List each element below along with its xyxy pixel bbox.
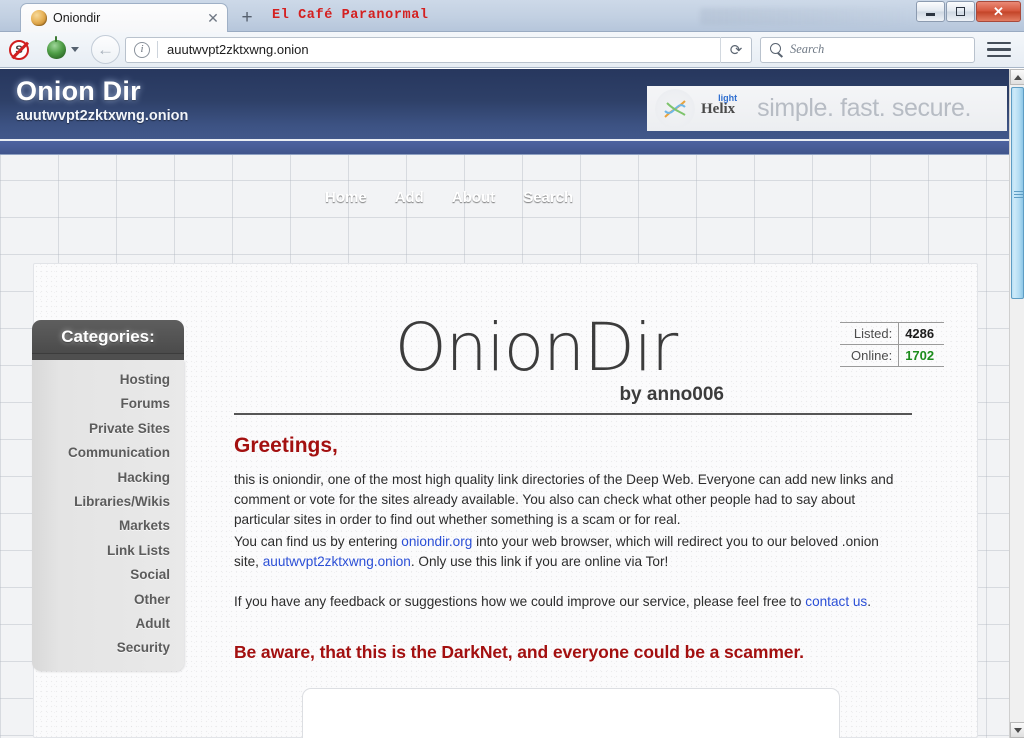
browser-tab-oniondir[interactable]: Oniondir ✕ [20, 3, 228, 32]
nav-item-about[interactable]: About [452, 189, 495, 206]
noscript-icon[interactable]: S [9, 40, 29, 60]
info-icon[interactable]: i [134, 42, 150, 58]
divider [234, 413, 912, 415]
paragraph-findus-part1: You can find us by entering [234, 534, 401, 549]
window-controls: ✕ [915, 1, 1021, 23]
site-main-nav: Home Add About Search [325, 189, 573, 206]
sidebar-item-markets[interactable]: Markets [32, 514, 170, 538]
onion-favicon [31, 10, 47, 26]
table-row: Online: 1702 [840, 345, 944, 367]
tor-onion-icon[interactable] [47, 40, 66, 59]
nav-item-home[interactable]: Home [325, 189, 367, 206]
sidebar-item-private-sites[interactable]: Private Sites [32, 417, 170, 441]
darknet-warning: Be aware, that this is the DarkNet, and … [234, 642, 804, 663]
sidebar-item-hacking[interactable]: Hacking [32, 466, 170, 490]
paragraph-feedback: If you have any feedback or suggestions … [234, 592, 896, 612]
stats-listed-label: Listed: [840, 323, 899, 345]
close-button[interactable]: ✕ [976, 1, 1021, 22]
link-onion-address[interactable]: auutwvpt2zktxwng.onion [263, 554, 411, 569]
sidebar-item-link-lists[interactable]: Link Lists [32, 539, 170, 563]
sidebar-item-security[interactable]: Security [32, 636, 170, 660]
link-oniondir-org[interactable]: oniondir.org [401, 534, 472, 549]
reload-icon[interactable]: ⟳ [720, 37, 751, 63]
vertical-scrollbar[interactable] [1009, 69, 1024, 738]
stats-listed-value: 4286 [899, 323, 944, 345]
page-title-block: OnionDir by anno006 [306, 312, 766, 384]
search-icon [770, 43, 784, 57]
paragraph-feedback-part1: If you have any feedback or suggestions … [234, 594, 805, 609]
helix-light-superscript: light [718, 93, 737, 103]
paragraph-findus-part3: . Only use this link if you are online v… [411, 554, 668, 569]
helix-wordmark: Helix light [701, 100, 735, 118]
scroll-up-button[interactable] [1010, 69, 1024, 85]
categories-list: Hosting Forums Private Sites Communicati… [32, 360, 184, 671]
search-box[interactable]: Search [760, 37, 975, 63]
scrollbar-thumb[interactable] [1011, 87, 1024, 299]
nav-item-search[interactable]: Search [523, 189, 573, 206]
sidebar-item-social[interactable]: Social [32, 563, 170, 587]
url-input[interactable]: auutwvpt2zktxwng.onion [158, 42, 720, 57]
browser-toolbar: S ← i auutwvpt2zktxwng.onion ⟳ Search [0, 32, 1024, 68]
sidebar-item-hosting[interactable]: Hosting [32, 368, 170, 392]
sidebar-item-other[interactable]: Other [32, 588, 170, 612]
stats-online-value: 1702 [899, 345, 944, 367]
site-brand[interactable]: Onion Dir auutwvpt2zktxwng.onion [16, 75, 188, 126]
url-bar[interactable]: i auutwvpt2zktxwng.onion ⟳ [125, 37, 752, 63]
marketplace-promo-box: Looking for a Marketplace? Try Outlaw! W… [302, 688, 840, 738]
greeting-heading: Greetings, [234, 434, 338, 458]
close-icon[interactable]: ✕ [205, 10, 221, 26]
site-header-underbar [0, 141, 1009, 155]
search-input[interactable]: Search [790, 42, 824, 57]
categories-sidebar: Categories: Hosting Forums Private Sites… [32, 320, 184, 671]
nav-item-add[interactable]: Add [395, 189, 424, 206]
sidebar-item-adult[interactable]: Adult [32, 612, 170, 636]
categories-heading: Categories: [32, 320, 184, 354]
paragraph-findus: You can find us by entering oniondir.org… [234, 532, 896, 572]
page-viewport: Onion Dir auutwvpt2zktxwng.onion Helix l… [0, 69, 1009, 738]
helix-name: Helix [701, 101, 735, 117]
helix-ad-banner[interactable]: Helix light simple. fast. secure. [647, 86, 1007, 131]
sidebar-item-forums[interactable]: Forums [32, 392, 170, 416]
scroll-down-button[interactable] [1010, 722, 1024, 738]
ghost-tab-watermark [700, 8, 915, 25]
site-brand-name: Onion Dir [16, 75, 188, 107]
helix-tagline: simple. fast. secure. [757, 94, 971, 123]
maximize-button[interactable] [946, 1, 975, 22]
site-brand-onion-address: auutwvpt2zktxwng.onion [16, 107, 188, 126]
window-title: El Café Paranormal [272, 8, 429, 23]
page-title: OnionDir [306, 312, 766, 384]
content-panel: Categories: Hosting Forums Private Sites… [33, 263, 978, 738]
back-button[interactable]: ← [91, 35, 120, 64]
new-tab-button[interactable]: + [236, 7, 258, 29]
tab-strip: Oniondir ✕ + El Café Paranormal ✕ [0, 0, 1024, 32]
page-byline: by anno006 [619, 384, 724, 406]
scrollbar-grip-icon [1014, 189, 1023, 200]
tab-title: Oniondir [53, 11, 205, 25]
sidebar-item-communication[interactable]: Communication [32, 441, 170, 465]
helix-logo-icon [655, 89, 695, 129]
minimize-button[interactable] [916, 1, 945, 22]
sidebar-item-libraries-wikis[interactable]: Libraries/Wikis [32, 490, 170, 514]
stats-online-label: Online: [840, 345, 899, 367]
chevron-down-icon[interactable] [71, 47, 79, 52]
browser-window: Oniondir ✕ + El Café Paranormal ✕ S ← i … [0, 0, 1024, 738]
stats-table: Listed: 4286 Online: 1702 [840, 322, 944, 367]
link-contact-us[interactable]: contact us [805, 594, 867, 609]
site-header: Onion Dir auutwvpt2zktxwng.onion Helix l… [0, 69, 1009, 141]
paragraph-feedback-part2: . [867, 594, 871, 609]
paragraph-intro: this is oniondir, one of the most high q… [234, 470, 896, 530]
close-icon: ✕ [977, 2, 1020, 21]
table-row: Listed: 4286 [840, 323, 944, 345]
menu-icon[interactable] [984, 38, 1014, 62]
